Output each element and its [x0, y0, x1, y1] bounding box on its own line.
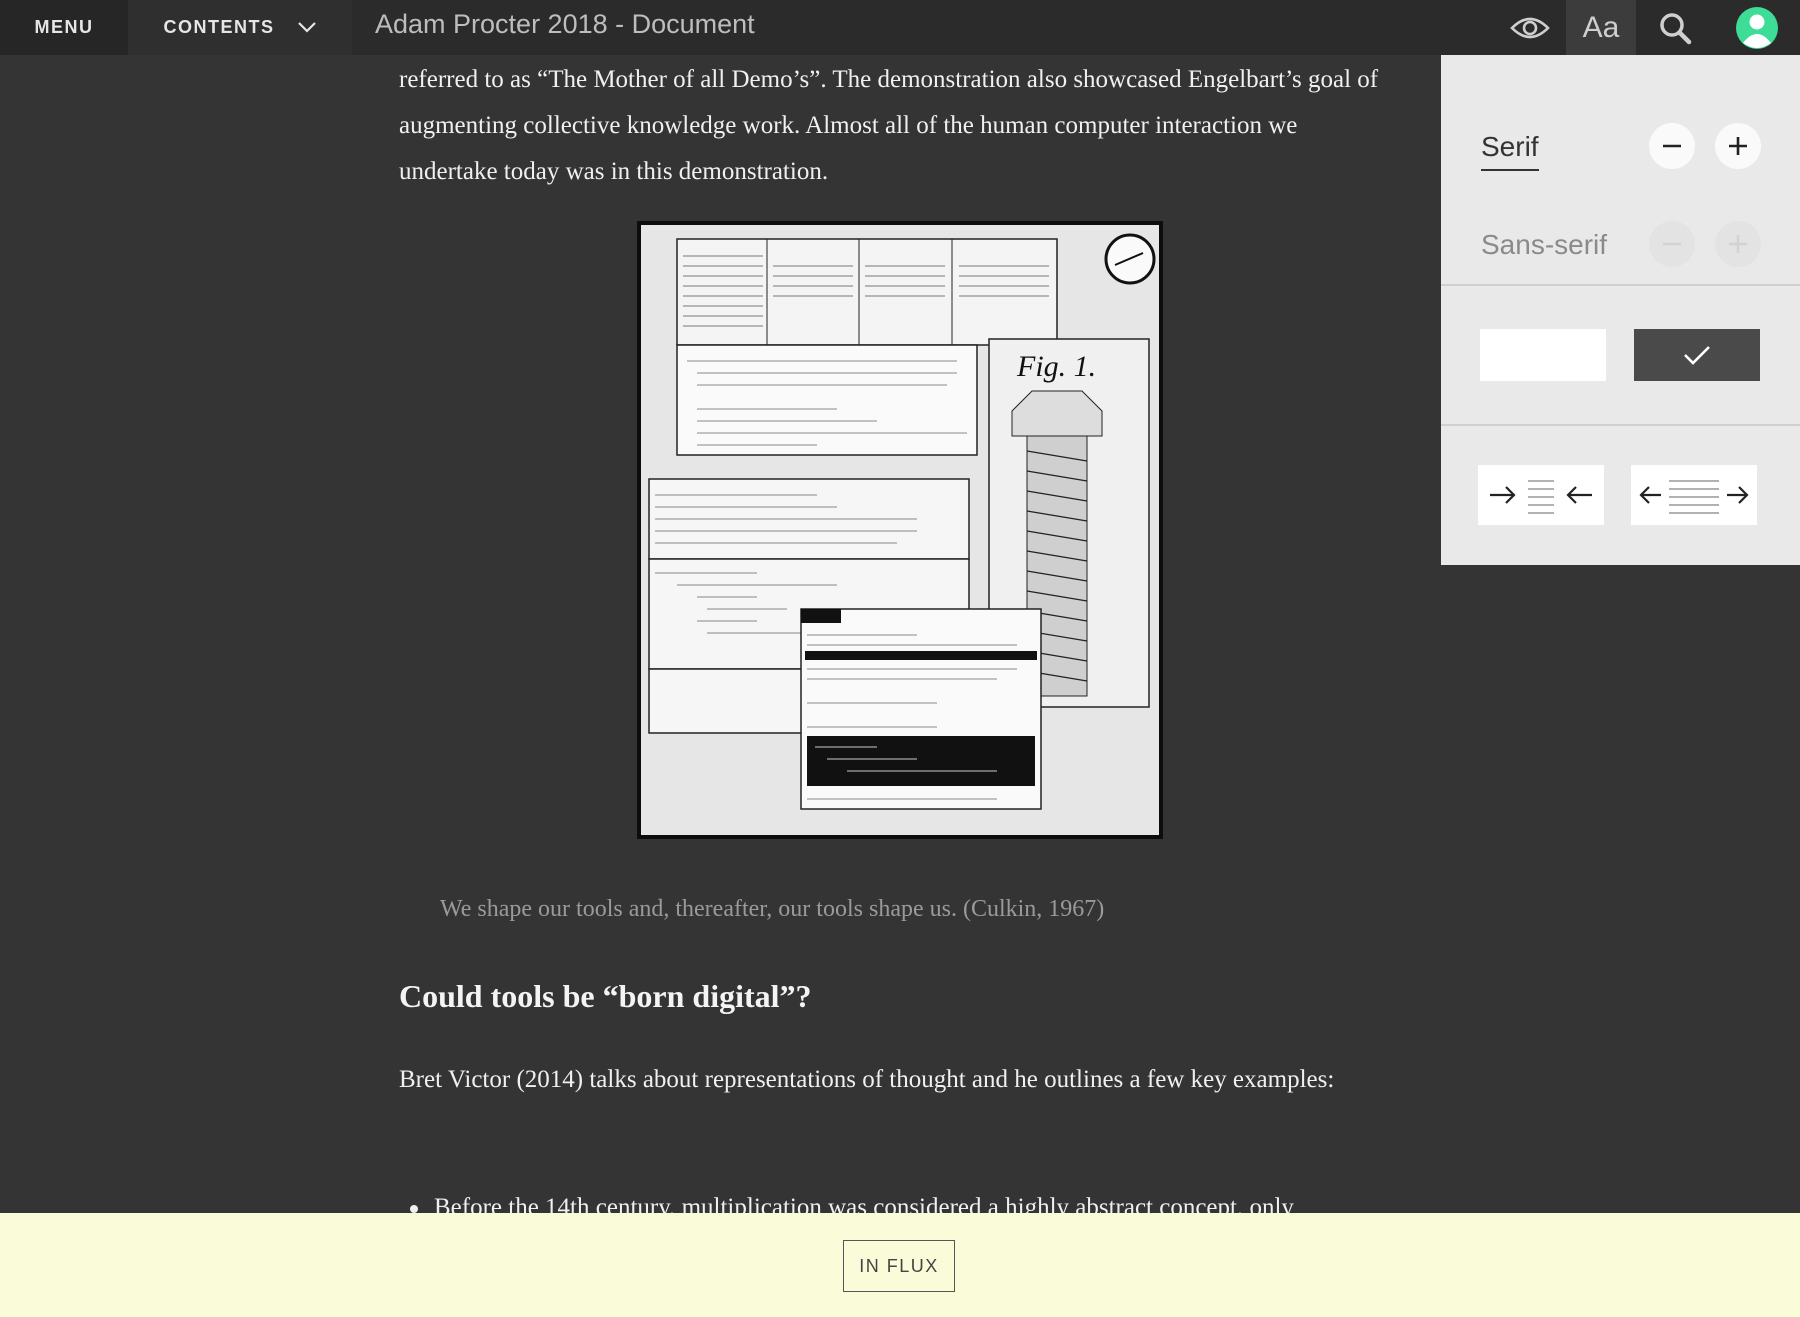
- sans-increase-button[interactable]: [1715, 221, 1761, 267]
- avatar[interactable]: [1732, 0, 1782, 55]
- figure-image: Fig. 1.: [637, 221, 1163, 839]
- contents-label: CONTENTS: [163, 17, 275, 37]
- panel-divider: [1441, 424, 1800, 426]
- plus-icon: [1729, 235, 1747, 253]
- intro-paragraph: referred to as “The Mother of all Demo’s…: [399, 66, 1379, 185]
- light-theme-swatch[interactable]: [1480, 329, 1606, 381]
- eye-icon[interactable]: [1505, 0, 1555, 55]
- dark-theme-swatch[interactable]: [1634, 329, 1760, 381]
- minus-icon: [1663, 242, 1681, 246]
- plus-icon: [1729, 137, 1747, 155]
- sans-serif-font-option[interactable]: Sans-serif: [1481, 215, 1607, 275]
- narrow-column-icon: [1490, 480, 1592, 514]
- top-bar: MENU CONTENTS Adam Procter 2018 - Docume…: [0, 0, 1800, 55]
- body-paragraph: Bret Victor (2014) talks about represent…: [399, 1066, 1335, 1093]
- in-flux-label: IN FLUX: [859, 1255, 939, 1276]
- menu-label: MENU: [34, 17, 94, 37]
- section-heading: Could tools be “born digital”?: [399, 978, 812, 1014]
- reading-settings-panel: Serif Sans-serif: [1441, 55, 1800, 565]
- sans-font-row: Sans-serif: [1481, 215, 1771, 275]
- serif-font-option[interactable]: Serif: [1481, 117, 1539, 177]
- panel-divider: [1441, 284, 1800, 286]
- figure-caption: We shape our tools and, thereafter, our …: [440, 896, 1105, 922]
- serif-decrease-button[interactable]: [1649, 123, 1695, 169]
- contents-button[interactable]: CONTENTS: [128, 0, 352, 55]
- font-settings-label: Aa: [1582, 10, 1620, 44]
- serif-font-row: Serif: [1481, 117, 1771, 177]
- in-flux-button[interactable]: IN FLUX: [843, 1240, 955, 1292]
- wide-column-icon: [1639, 480, 1749, 514]
- narrow-width-button[interactable]: [1478, 465, 1604, 525]
- wide-width-button[interactable]: [1631, 465, 1757, 525]
- sans-decrease-button[interactable]: [1649, 221, 1695, 267]
- checkmark-icon: [1684, 346, 1710, 365]
- footer-bar: IN FLUX: [0, 1213, 1800, 1317]
- minus-icon: [1663, 144, 1681, 148]
- search-icon[interactable]: [1650, 0, 1700, 55]
- font-settings-button[interactable]: Aa: [1566, 0, 1636, 55]
- document-title: Adam Procter 2018 - Document: [375, 9, 755, 39]
- figure-label: Fig. 1.: [1016, 350, 1096, 383]
- chevron-down-icon: [297, 17, 317, 38]
- menu-button[interactable]: MENU: [0, 0, 128, 55]
- serif-increase-button[interactable]: [1715, 123, 1761, 169]
